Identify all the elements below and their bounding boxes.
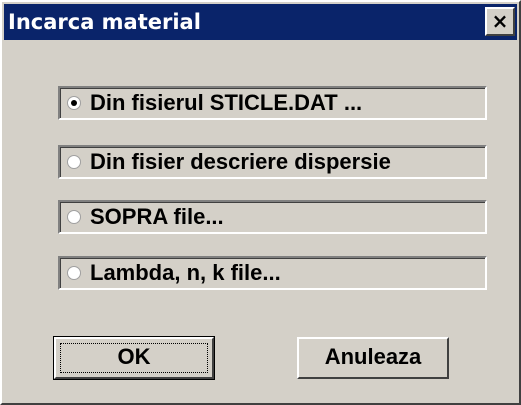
title-bar: Incarca material × <box>4 4 517 40</box>
option-label: Din fisier descriere dispersie <box>90 149 391 174</box>
window-title: Incarca material <box>8 10 201 34</box>
option-sopra-file[interactable]: SOPRA file... <box>58 200 487 234</box>
option-label: Lambda, n, k file... <box>90 260 281 285</box>
dialog-window: Incarca material × Din fisierul STICLE.D… <box>0 0 521 405</box>
focus-rect <box>60 343 208 373</box>
radio-icon[interactable] <box>67 96 81 110</box>
radio-icon[interactable] <box>67 155 81 169</box>
option-label: Din fisierul STICLE.DAT ... <box>90 90 363 115</box>
ok-button[interactable]: OK <box>53 336 215 380</box>
close-button[interactable]: × <box>485 7 515 36</box>
option-label: SOPRA file... <box>90 204 224 229</box>
radio-icon[interactable] <box>67 266 81 280</box>
cancel-label: Anuleaza <box>324 344 422 369</box>
option-lambda-nk-file[interactable]: Lambda, n, k file... <box>58 256 487 290</box>
option-dispersion-file[interactable]: Din fisier descriere dispersie <box>58 145 487 179</box>
cancel-button[interactable]: Anuleaza <box>297 337 449 379</box>
radio-icon[interactable] <box>67 210 81 224</box>
option-sticle-dat[interactable]: Din fisierul STICLE.DAT ... <box>58 86 487 120</box>
close-icon: × <box>491 9 509 33</box>
